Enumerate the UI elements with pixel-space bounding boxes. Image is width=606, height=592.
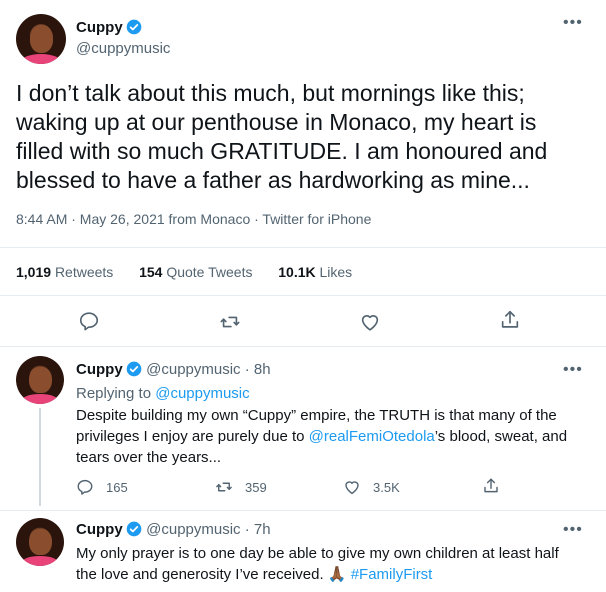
share-icon[interactable]: [482, 477, 500, 495]
like-icon[interactable]: [359, 311, 381, 333]
thread-line: [39, 408, 41, 506]
reply-icon: [76, 478, 94, 496]
mention-link[interactable]: @realFemiOtedola: [309, 428, 435, 445]
share-icon[interactable]: [499, 309, 521, 331]
tweet-text-line: filled with so much GRATITUDE. I am hono…: [16, 138, 548, 164]
more-options-icon[interactable]: •••: [563, 14, 583, 32]
replying-to-label: Replying to: [76, 385, 152, 402]
retweet-icon: [215, 478, 233, 496]
praying-hands-emoji: 🙏🏾: [327, 566, 347, 583]
tweet-time[interactable]: 7h: [254, 521, 271, 538]
verified-icon: [126, 19, 142, 35]
verified-icon: [126, 361, 142, 377]
tweet-text-line: I don’t talk about this much, but mornin…: [16, 80, 525, 106]
separator-dot: ·: [240, 361, 254, 378]
like-icon: [343, 478, 361, 496]
reply-text: My only prayer is to one day be able to …: [76, 543, 559, 585]
reply-button[interactable]: 165: [76, 477, 128, 497]
retweet-button[interactable]: 359: [215, 477, 267, 497]
avatar[interactable]: [16, 356, 64, 404]
tweet-text: I don’t talk about this much, but mornin…: [16, 79, 547, 195]
reply-text: Despite building my own “Cuppy” empire, …: [76, 405, 567, 468]
reply-text-line: My only prayer is to one day be able to …: [76, 545, 559, 562]
hashtag-link[interactable]: #FamilyFirst: [351, 566, 433, 583]
replying-to: Replying to @cuppymusic: [76, 384, 250, 404]
verified-icon: [126, 521, 142, 537]
quotes-label: Quote Tweets: [166, 264, 253, 280]
author-name[interactable]: Cuppy: [76, 361, 123, 378]
tweet-text-line: blessed to have a father as hardworking …: [16, 167, 530, 193]
avatar[interactable]: [16, 14, 66, 64]
retweet-count: 359: [245, 479, 267, 495]
retweets-label: Retweets: [54, 264, 114, 280]
author-name[interactable]: Cuppy: [76, 521, 123, 538]
reply-text-line: the love and generosity I’ve received. 🙏…: [76, 564, 559, 585]
reply-header: Cuppy @cuppymusic · 8h: [76, 360, 271, 380]
author-name[interactable]: Cuppy: [76, 19, 123, 36]
reply-text-segment: privileges I enjoy are purely due to: [76, 428, 305, 445]
more-options-icon[interactable]: •••: [563, 361, 583, 379]
quotes-stat[interactable]: 154 Quote Tweets: [139, 264, 252, 280]
author-handle[interactable]: @cuppymusic: [146, 521, 240, 538]
tweet-stats: 1,019 Retweets 154 Quote Tweets 10.1K Li…: [16, 263, 352, 281]
likes-label: Likes: [319, 264, 353, 280]
reply-header: Cuppy @cuppymusic · 7h: [76, 520, 271, 540]
author-handle[interactable]: @cuppymusic: [146, 361, 240, 378]
retweets-stat[interactable]: 1,019 Retweets: [16, 264, 113, 280]
tweet-time[interactable]: 8h: [254, 361, 271, 378]
tweet-text-line: waking up at our penthouse in Monaco, my…: [16, 109, 537, 135]
more-options-icon[interactable]: •••: [563, 521, 583, 539]
like-button[interactable]: 3.5K: [343, 477, 400, 497]
retweets-count: 1,019: [16, 264, 52, 280]
reply-text-segment: the love and generosity I’ve received.: [76, 566, 324, 583]
reply-text-segment: ’s blood, sweat, and: [434, 428, 568, 445]
quotes-count: 154: [139, 264, 163, 280]
reply-text-line: Despite building my own “Cuppy” empire, …: [76, 407, 557, 424]
reply-text-line: privileges I enjoy are purely due to @re…: [76, 426, 567, 447]
likes-stat[interactable]: 10.1K Likes: [278, 264, 352, 280]
like-count: 3.5K: [373, 479, 400, 495]
reply-icon[interactable]: [78, 310, 100, 332]
reply-count: 165: [106, 479, 128, 495]
replying-to-handle[interactable]: @cuppymusic: [155, 385, 249, 402]
reply-text-line: tears over the years...: [76, 449, 222, 466]
avatar[interactable]: [16, 518, 64, 566]
retweet-icon[interactable]: [219, 311, 241, 333]
likes-count: 10.1K: [278, 264, 316, 280]
tweet-timestamp[interactable]: 8:44 AM · May 26, 2021 from Monaco · Twi…: [16, 210, 371, 228]
separator-dot: ·: [240, 521, 254, 538]
author-handle[interactable]: @cuppymusic: [76, 40, 170, 58]
